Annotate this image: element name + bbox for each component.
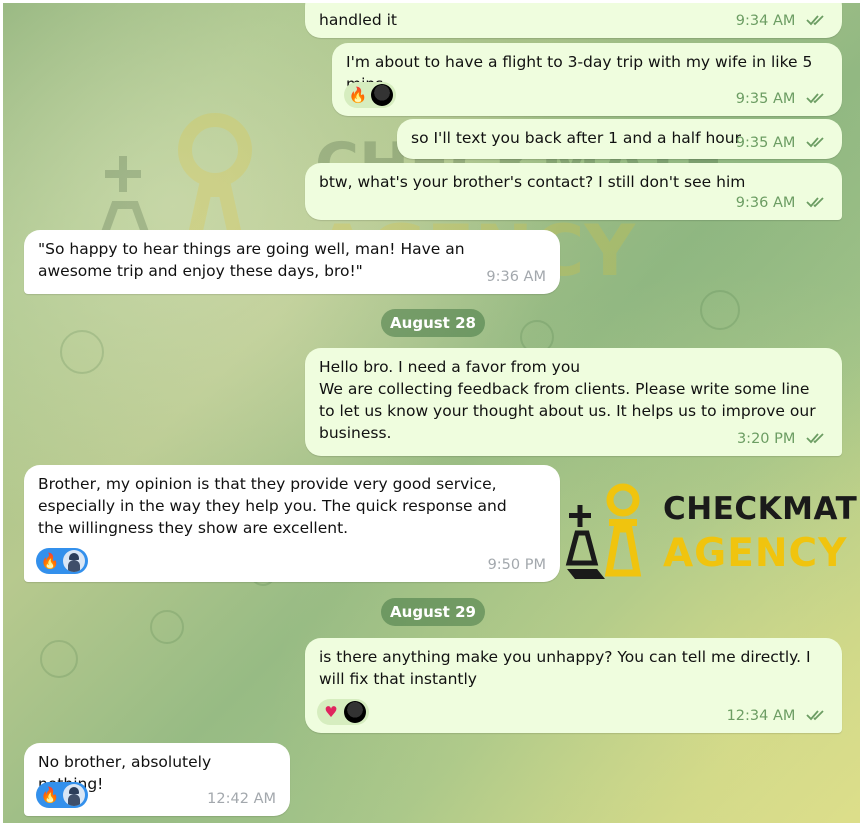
message-time: 9:35 AM <box>735 135 796 151</box>
reactions[interactable]: 🔥 <box>36 548 88 574</box>
watermark-text-agency: AGENCY <box>663 531 848 576</box>
message-text: Brother, my opinion is that they provide… <box>38 475 507 537</box>
message-meta: 9:35 AM <box>736 132 828 154</box>
message-incoming[interactable]: No brother, absolutely nothing! 🔥 12:42 … <box>24 743 290 816</box>
message-meta: 9:36 AM <box>736 192 828 214</box>
message-outgoing[interactable]: Hello bro. I need a favor from you We ar… <box>305 348 842 456</box>
message-time: 12:42 AM <box>207 791 276 807</box>
message-time: 3:20 PM <box>736 431 796 447</box>
message-meta: 12:34 AM <box>727 705 828 727</box>
police-avatar <box>63 784 85 806</box>
double-check-icon <box>806 433 824 444</box>
police-avatar <box>63 550 85 572</box>
message-meta: 9:36 AM <box>486 266 546 288</box>
user-avatar <box>371 84 393 106</box>
message-text: "So happy to hear things are going well,… <box>38 240 465 280</box>
message-outgoing[interactable]: handled it 9:34 AM <box>305 0 842 38</box>
message-incoming[interactable]: "So happy to hear things are going well,… <box>24 230 560 294</box>
message-text: handled it <box>319 11 397 29</box>
double-check-icon <box>806 93 824 104</box>
message-time: 12:34 AM <box>726 708 796 724</box>
double-check-icon <box>806 137 824 148</box>
user-avatar <box>344 701 366 723</box>
message-time: 9:50 PM <box>487 557 546 573</box>
double-check-icon <box>806 197 824 208</box>
message-outgoing[interactable]: is there anything make you unhappy? You … <box>305 638 842 733</box>
message-meta: 9:34 AM <box>736 10 828 32</box>
message-meta: 9:50 PM <box>488 554 546 576</box>
double-check-icon <box>806 15 824 26</box>
message-meta: 12:42 AM <box>207 788 276 810</box>
message-outgoing[interactable]: I'm about to have a flight to 3-day trip… <box>332 43 842 116</box>
heart-reaction-icon: ♥ <box>324 703 338 721</box>
doodle-pattern <box>150 610 184 644</box>
message-outgoing[interactable]: btw, what's your brother's contact? I st… <box>305 163 842 220</box>
message-meta: 9:35 AM <box>736 88 828 110</box>
chat-area[interactable]: CHECKMATE AGENCY handled it 9:34 AM I'm … <box>0 0 863 826</box>
doodle-pattern <box>60 330 104 374</box>
date-separator: August 29 <box>381 598 485 626</box>
message-meta: 3:20 PM <box>737 428 828 450</box>
message-text: btw, what's your brother's contact? I st… <box>319 173 746 191</box>
watermark-logo: CHECKMATE AGENCY <box>565 483 863 583</box>
reactions[interactable]: ♥ <box>317 699 369 725</box>
fire-reaction-icon: 🔥 <box>40 552 60 570</box>
message-time: 9:35 AM <box>735 91 796 107</box>
reactions[interactable]: 🔥 <box>344 82 396 108</box>
message-outgoing[interactable]: so I'll text you back after 1 and a half… <box>397 119 842 159</box>
message-incoming[interactable]: Brother, my opinion is that they provide… <box>24 465 560 582</box>
message-time: 9:34 AM <box>735 13 796 29</box>
watermark-text-checkmate: CHECKMATE <box>663 491 863 527</box>
reactions[interactable]: 🔥 <box>36 782 88 808</box>
message-time: 9:36 AM <box>486 269 546 285</box>
double-check-icon <box>806 710 824 721</box>
message-time: 9:36 AM <box>735 195 796 211</box>
chess-logo-icon <box>565 483 642 579</box>
doodle-pattern <box>40 640 78 678</box>
message-text: is there anything make you unhappy? You … <box>319 648 811 688</box>
fire-reaction-icon: 🔥 <box>40 786 60 804</box>
date-separator: August 28 <box>381 309 485 337</box>
fire-reaction-icon: 🔥 <box>348 86 368 104</box>
